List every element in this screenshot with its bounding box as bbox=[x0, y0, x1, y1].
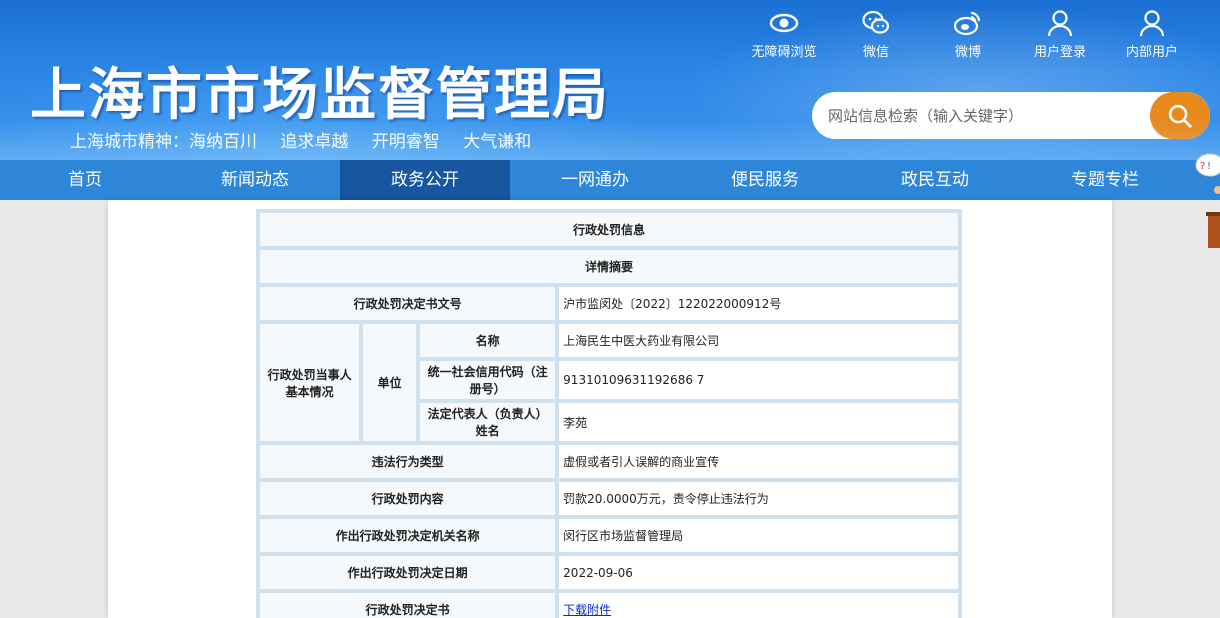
slogan-part: 追求卓越 bbox=[280, 132, 349, 152]
user-icon bbox=[1045, 8, 1075, 38]
search-input[interactable] bbox=[812, 92, 1152, 139]
penalty-content-label: 行政处罚内容 bbox=[258, 480, 558, 517]
floating-help-widget[interactable]: ? ! bbox=[1190, 150, 1220, 250]
search-button[interactable] bbox=[1150, 92, 1210, 139]
nav-news[interactable]: 新闻动态 bbox=[170, 160, 340, 200]
table-row: 行政处罚当事人基本情况 单位 名称 上海民生中医大药业有限公司 bbox=[258, 322, 960, 443]
name-value: 上海民生中医大药业有限公司 bbox=[557, 322, 960, 359]
table-row: 违法行为类型 虚假或者引人误解的商业宣传 bbox=[258, 443, 960, 480]
nav-public-services[interactable]: 便民服务 bbox=[680, 160, 850, 200]
table-row: 作出行政处罚决定机关名称 闵行区市场监督管理局 bbox=[258, 517, 960, 554]
slogan-part: 上海城市精神：海纳百川 bbox=[70, 132, 257, 152]
wechat-link[interactable]: 微信 bbox=[830, 8, 922, 60]
weibo-link[interactable]: 微博 bbox=[922, 8, 1014, 60]
credit-code-label: 统一社会信用代码（注册号） bbox=[418, 359, 558, 401]
slogan-part: 开明睿智 bbox=[371, 132, 440, 152]
user-icon bbox=[1137, 8, 1167, 38]
svg-text:!: ! bbox=[1207, 161, 1211, 172]
table-row: 详情摘要 bbox=[258, 248, 960, 285]
site-header: 上海市市场监督管理局 上海城市精神：海纳百川 追求卓越 开明睿智 大气谦和 无障… bbox=[0, 0, 1220, 160]
table-row: 行政处罚信息 bbox=[258, 211, 960, 248]
city-slogan: 上海城市精神：海纳百川 追求卓越 开明睿智 大气谦和 bbox=[70, 127, 549, 152]
violation-type-value: 虚假或者引人误解的商业宣传 bbox=[557, 443, 960, 480]
nav-home[interactable]: 首页 bbox=[0, 160, 170, 200]
decision-doc-cell: 下载附件 bbox=[557, 591, 960, 618]
nav-special-topics[interactable]: 专题专栏 bbox=[1020, 160, 1190, 200]
violation-type-label: 违法行为类型 bbox=[258, 443, 558, 480]
date-value: 2022-09-06 bbox=[557, 554, 960, 591]
accessibility-link[interactable]: 无障碍浏览 bbox=[738, 8, 830, 60]
doc-no-value: 沪市监闵处〔2022〕122022000912号 bbox=[557, 285, 960, 322]
internal-user-link[interactable]: 内部用户 bbox=[1106, 8, 1198, 60]
help-bubble-icon: ? ! bbox=[1195, 153, 1220, 248]
table-row: 行政处罚内容 罚款20.0000万元，责令停止违法行为 bbox=[258, 480, 960, 517]
doc-no-label: 行政处罚决定书文号 bbox=[258, 285, 558, 322]
download-attachment-link[interactable]: 下载附件 bbox=[563, 603, 611, 617]
authority-label: 作出行政处罚决定机关名称 bbox=[258, 517, 558, 554]
party-label: 行政处罚当事人基本情况 bbox=[258, 322, 362, 443]
search-icon bbox=[1168, 104, 1192, 128]
weibo-icon bbox=[953, 8, 983, 38]
wechat-icon bbox=[861, 8, 891, 38]
name-label: 名称 bbox=[418, 322, 558, 359]
user-login-link[interactable]: 用户登录 bbox=[1014, 8, 1106, 60]
decision-doc-label: 行政处罚决定书 bbox=[258, 591, 558, 618]
content-panel: 行政处罚信息 详情摘要 行政处罚决定书文号 沪市监闵处〔2022〕1220220… bbox=[108, 200, 1112, 618]
table-title: 行政处罚信息 bbox=[258, 211, 960, 248]
search-box bbox=[812, 92, 1210, 139]
penalty-content-value: 罚款20.0000万元，责令停止违法行为 bbox=[557, 480, 960, 517]
credit-code-value: 91310109631192686 7 bbox=[557, 359, 960, 401]
legal-rep-label: 法定代表人（负责人）姓名 bbox=[418, 401, 558, 443]
site-title[interactable]: 上海市市场监督管理局 bbox=[30, 50, 610, 131]
eye-icon bbox=[769, 8, 799, 38]
nav-interaction[interactable]: 政民互动 bbox=[850, 160, 1020, 200]
nav-government-affairs[interactable]: 政务公开 bbox=[340, 160, 510, 200]
unit-label: 单位 bbox=[361, 322, 419, 443]
accessibility-label: 无障碍浏览 bbox=[751, 45, 817, 60]
table-subtitle: 详情摘要 bbox=[258, 248, 960, 285]
weibo-label: 微博 bbox=[954, 45, 981, 60]
penalty-info-table: 行政处罚信息 详情摘要 行政处罚决定书文号 沪市监闵处〔2022〕1220220… bbox=[256, 209, 962, 618]
authority-value: 闵行区市场监督管理局 bbox=[557, 517, 960, 554]
wechat-label: 微信 bbox=[862, 45, 889, 60]
svg-text:?: ? bbox=[1200, 161, 1205, 172]
user-login-label: 用户登录 bbox=[1033, 45, 1086, 60]
table-row: 行政处罚决定书 下载附件 bbox=[258, 591, 960, 618]
legal-rep-value: 李苑 bbox=[557, 401, 960, 443]
date-label: 作出行政处罚决定日期 bbox=[258, 554, 558, 591]
table-row: 作出行政处罚决定日期 2022-09-06 bbox=[258, 554, 960, 591]
main-nav: 首页 新闻动态 政务公开 一网通办 便民服务 政民互动 专题专栏 bbox=[0, 160, 1220, 200]
internal-user-label: 内部用户 bbox=[1125, 45, 1178, 60]
slogan-part: 大气谦和 bbox=[463, 132, 532, 152]
nav-online-services[interactable]: 一网通办 bbox=[510, 160, 680, 200]
top-links: 无障碍浏览 微信 微博 用户登录 内部用户 bbox=[738, 8, 1198, 60]
table-row: 行政处罚决定书文号 沪市监闵处〔2022〕122022000912号 bbox=[258, 285, 960, 322]
